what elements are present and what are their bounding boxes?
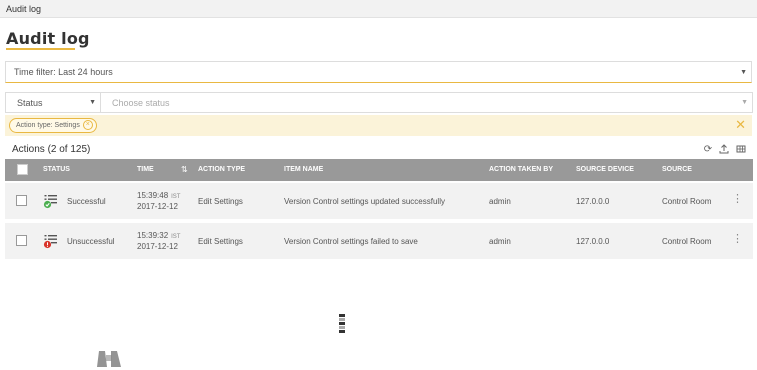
- timezone-label: IST: [171, 194, 181, 200]
- row-checkbox[interactable]: [16, 195, 27, 206]
- active-filters-bar: Action type: Settings × ✕: [5, 115, 752, 136]
- status-value-placeholder: Choose status: [112, 98, 170, 108]
- table-header: STATUS TIME ⇅ ACTION TYPE ITEM NAME ACTI…: [5, 159, 753, 181]
- source-cell: Control Room: [662, 197, 712, 206]
- source-cell: Control Room: [662, 237, 712, 246]
- row-checkbox[interactable]: [16, 235, 27, 246]
- time-filter-dropdown[interactable]: Time filter: Last 24 hours ▼: [5, 61, 752, 83]
- row-menu-icon[interactable]: ⋮: [732, 194, 743, 205]
- status-field-select[interactable]: Status ▼: [5, 92, 101, 113]
- list-error-icon: [43, 235, 57, 249]
- action-type-cell: Edit Settings: [198, 197, 243, 206]
- column-header-source-device[interactable]: SOURCE DEVICE: [576, 166, 634, 173]
- chevron-down-icon: ▼: [89, 99, 96, 106]
- binoculars-icon: [97, 351, 121, 367]
- action-type-cell: Edit Settings: [198, 237, 243, 246]
- export-icon[interactable]: [718, 144, 730, 156]
- status-value-select[interactable]: Choose status ▼: [101, 92, 753, 113]
- window-title: Audit log: [6, 4, 42, 14]
- status-text: Successful: [67, 197, 106, 206]
- table-row[interactable]: Successful 15:39:48 IST 2017-12-12 Edit S…: [5, 183, 753, 219]
- time-cell: 15:39:32 IST 2017-12-12: [137, 231, 180, 252]
- refresh-icon[interactable]: ⟳: [702, 144, 714, 156]
- table-row[interactable]: Unsuccessful 15:39:32 IST 2017-12-12 Edit…: [5, 223, 753, 259]
- window-titlebar: Audit log: [0, 0, 757, 18]
- item-name-cell[interactable]: Version Control settings failed to save: [284, 237, 418, 246]
- actions-count: Actions (2 of 125): [12, 144, 91, 155]
- remove-filter-icon[interactable]: ×: [82, 120, 93, 130]
- time-value: 15:39:32: [137, 231, 169, 240]
- action-taken-by-cell: admin: [489, 237, 511, 246]
- column-header-action-taken-by[interactable]: ACTION TAKEN BY: [489, 166, 553, 173]
- sort-icon[interactable]: ⇅: [181, 165, 188, 174]
- filter-chip: Action type: Settings ×: [9, 118, 97, 133]
- date-value: 2017-12-12: [137, 202, 178, 211]
- title-underline: [6, 48, 75, 50]
- select-all-checkbox[interactable]: [17, 164, 28, 175]
- timezone-label: IST: [171, 234, 181, 240]
- column-header-action-type[interactable]: ACTION TYPE: [198, 166, 245, 173]
- status-text: Unsuccessful: [67, 237, 115, 246]
- item-name-cell[interactable]: Version Control settings updated success…: [284, 197, 445, 206]
- row-menu-icon[interactable]: ⋮: [732, 234, 743, 245]
- time-filter-label: Time filter: Last 24 hours: [14, 67, 113, 77]
- filter-chip-label: Action type: Settings: [16, 122, 80, 129]
- list-success-icon: [43, 195, 57, 209]
- column-header-source[interactable]: SOURCE: [662, 166, 692, 173]
- columns-icon[interactable]: [735, 144, 747, 156]
- loading-icon: [339, 314, 345, 333]
- column-header-item-name[interactable]: ITEM NAME: [284, 166, 323, 173]
- time-cell: 15:39:48 IST 2017-12-12: [137, 191, 180, 212]
- column-header-status[interactable]: STATUS: [43, 166, 70, 173]
- clear-filters-icon[interactable]: ✕: [735, 117, 746, 132]
- date-value: 2017-12-12: [137, 242, 178, 251]
- chevron-down-icon: ▼: [741, 99, 748, 106]
- source-device-cell: 127.0.0.0: [576, 197, 610, 206]
- page-title: Audit log: [6, 29, 90, 48]
- status-field-label: Status: [17, 98, 43, 108]
- time-value: 15:39:48: [137, 191, 169, 200]
- action-taken-by-cell: admin: [489, 197, 511, 206]
- column-header-time[interactable]: TIME: [137, 166, 154, 173]
- chevron-down-icon: ▼: [740, 69, 747, 76]
- source-device-cell: 127.0.0.0: [576, 237, 610, 246]
